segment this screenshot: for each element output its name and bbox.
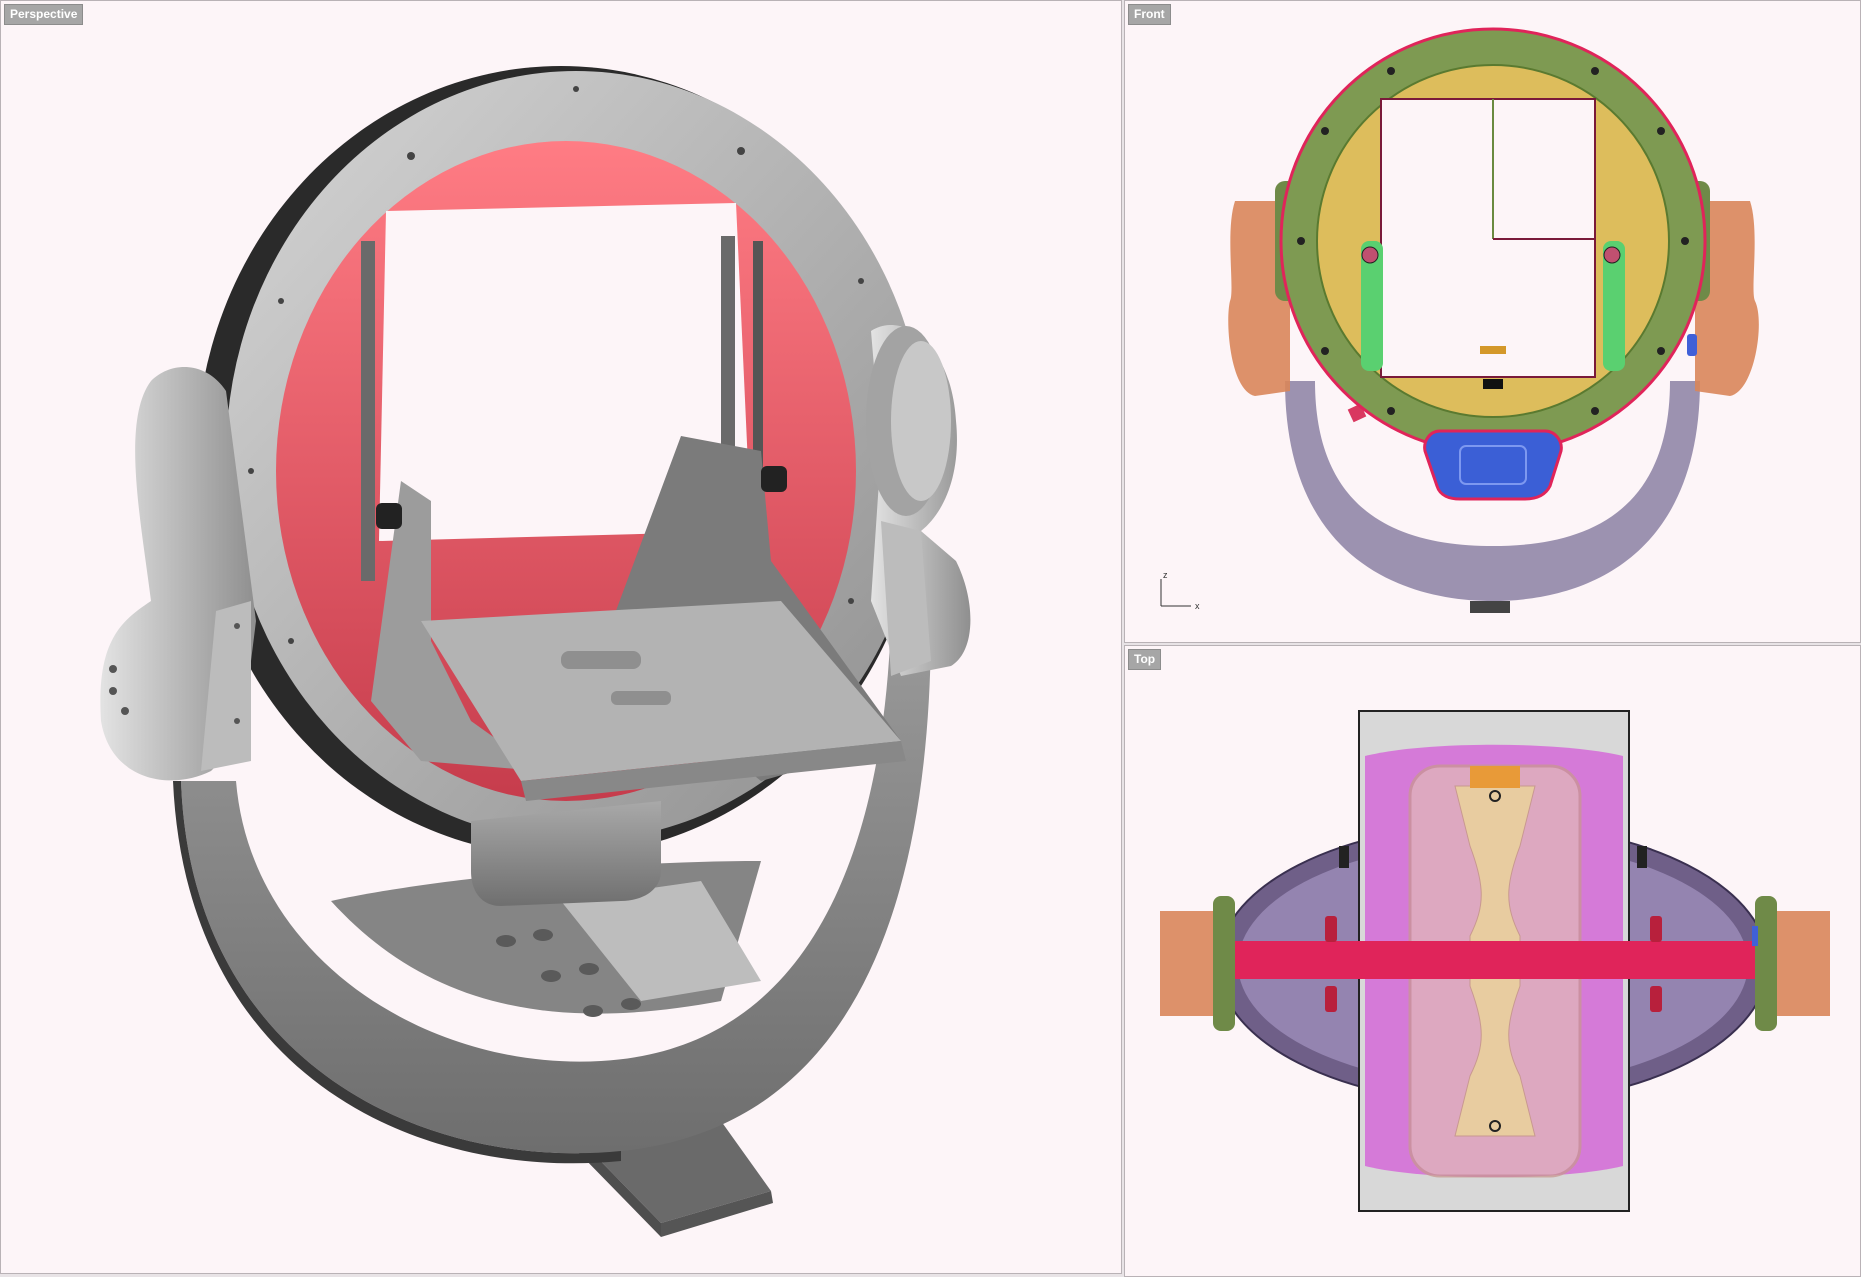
top-viewport-label[interactable]: Top xyxy=(1128,649,1162,670)
axis-indicator: z x xyxy=(1160,570,1200,611)
front-viewport-label[interactable]: Front xyxy=(1128,4,1171,25)
front-viewport[interactable]: Front z x xyxy=(1124,0,1861,643)
top-right-handle xyxy=(1752,896,1830,1031)
right-handle xyxy=(866,325,971,676)
top-left-handle xyxy=(1160,896,1235,1031)
axis-z-label: z xyxy=(1163,570,1168,580)
perspective-model-render xyxy=(100,66,971,1237)
perspective-viewport-label[interactable]: Perspective xyxy=(4,4,84,25)
top-cross-bar xyxy=(1230,941,1760,979)
front-base-foot xyxy=(1470,601,1510,613)
top-model-render xyxy=(1160,710,1830,1212)
top-orange-clamp xyxy=(1470,766,1520,788)
front-ring xyxy=(1279,27,1707,455)
perspective-viewport[interactable]: Perspective xyxy=(0,0,1122,1274)
top-viewport[interactable]: Top xyxy=(1124,645,1861,1277)
axis-x-label: x xyxy=(1195,601,1200,611)
front-seat xyxy=(1423,429,1563,501)
front-model-render: z x xyxy=(1160,27,1759,613)
